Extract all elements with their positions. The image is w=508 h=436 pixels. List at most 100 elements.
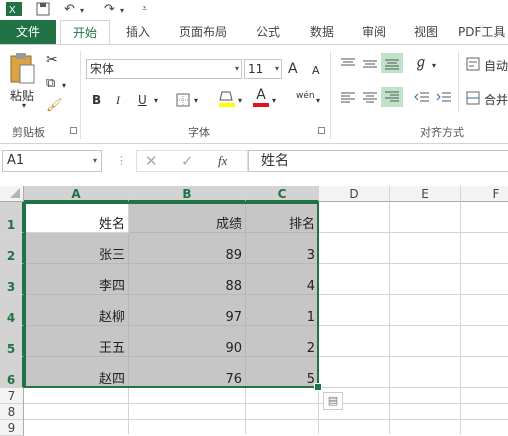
save-icon[interactable] (36, 2, 50, 20)
format-painter-icon[interactable]: 🖌 (46, 97, 63, 115)
undo-dropdown-icon[interactable]: ▾ (80, 6, 84, 15)
align-top-icon[interactable] (340, 57, 356, 74)
formula-bar-grip-icon: ⋮ (116, 154, 127, 167)
cell-a6[interactable]: 赵四 (24, 357, 129, 388)
phonetic-button[interactable]: wén (296, 87, 315, 105)
fill-handle[interactable] (314, 383, 322, 391)
merge-center-label[interactable]: 合并 (484, 91, 508, 108)
copy-icon[interactable]: ⧉ (46, 75, 55, 93)
cell-a1[interactable]: 姓名 (24, 202, 129, 233)
cell-b4[interactable]: 97 (129, 295, 246, 326)
customize-qat-icon[interactable]: ⩡ (142, 4, 147, 14)
italic-button[interactable]: I (116, 91, 120, 109)
tab-data[interactable]: 数据 (298, 20, 346, 44)
select-all-corner[interactable] (0, 186, 24, 202)
column-header-b[interactable]: B (129, 186, 246, 202)
cell-b3[interactable]: 88 (129, 264, 246, 295)
empty-grid-bottom[interactable] (24, 388, 508, 434)
row-header-4[interactable]: 4 (0, 295, 24, 326)
cell-a2[interactable]: 张三 (24, 233, 129, 264)
grow-font-button[interactable]: A (288, 60, 298, 78)
underline-button[interactable]: U (138, 91, 147, 109)
excel-logo-icon: X (6, 2, 22, 20)
redo-dropdown-icon[interactable]: ▾ (120, 6, 124, 15)
align-right-icon[interactable] (381, 87, 403, 107)
decrease-indent-icon[interactable] (414, 91, 430, 108)
cell-c2[interactable]: 3 (246, 233, 319, 264)
cut-icon[interactable]: ✂ (46, 51, 58, 69)
row-header-5[interactable]: 5 (0, 326, 24, 357)
cell-a5[interactable]: 王五 (24, 326, 129, 357)
column-header-f[interactable]: F (461, 186, 508, 202)
align-center-icon[interactable] (362, 91, 378, 108)
quick-analysis-icon[interactable]: ▤ (323, 392, 343, 410)
column-header-e[interactable]: E (390, 186, 461, 202)
tab-view[interactable]: 视图 (402, 20, 450, 44)
cell-b6[interactable]: 76 (129, 357, 246, 388)
underline-dropdown-icon[interactable]: ▾ (154, 92, 158, 110)
cell-c3[interactable]: 4 (246, 264, 319, 295)
font-size-select[interactable]: 11 ▾ (244, 59, 282, 79)
bold-button[interactable]: B (92, 91, 101, 109)
row-header-1[interactable]: 1 (0, 202, 24, 233)
borders-icon[interactable] (176, 93, 190, 110)
font-launcher-icon[interactable] (318, 127, 325, 134)
confirm-entry-icon[interactable]: ✓ (181, 152, 194, 170)
row-header-8[interactable]: 8 (0, 404, 24, 420)
font-color-swatch (253, 103, 269, 107)
cell-c6[interactable]: 5 (246, 357, 319, 388)
font-size-value: 11 (248, 62, 264, 76)
column-header-d[interactable]: D (319, 186, 390, 202)
clipboard-launcher-icon[interactable] (70, 127, 77, 134)
cancel-entry-icon[interactable]: ✕ (145, 152, 158, 170)
row-header-7[interactable]: 7 (0, 388, 24, 404)
formula-input[interactable]: 姓名 (248, 150, 508, 172)
fill-color-icon[interactable] (218, 89, 236, 112)
redo-icon[interactable]: ↷ (104, 2, 115, 17)
tab-page-layout[interactable]: 页面布局 (170, 20, 236, 44)
column-header-a[interactable]: A (24, 186, 129, 202)
tab-insert[interactable]: 插入 (114, 20, 162, 44)
tab-pdf-tools[interactable]: PDF工具 (458, 20, 508, 44)
shrink-font-button[interactable]: A (312, 62, 320, 80)
borders-dropdown-icon[interactable]: ▾ (194, 92, 198, 110)
align-bottom-icon[interactable] (381, 53, 403, 73)
row-header-2[interactable]: 2 (0, 233, 24, 264)
column-header-c[interactable]: C (246, 186, 319, 202)
undo-icon[interactable]: ↶ (64, 2, 75, 17)
cell-b1[interactable]: 成绩 (129, 202, 246, 233)
cell-b2[interactable]: 89 (129, 233, 246, 264)
orientation-dropdown-icon[interactable]: ▾ (432, 57, 436, 75)
empty-grid-right[interactable] (319, 202, 508, 388)
tab-review[interactable]: 审阅 (350, 20, 398, 44)
insert-function-button[interactable]: fx (218, 153, 227, 169)
cell-a3[interactable]: 李四 (24, 264, 129, 295)
merge-center-icon[interactable] (466, 91, 480, 108)
tab-file[interactable]: 文件 (0, 20, 56, 44)
font-name-select[interactable]: 宋体 ▾ (86, 59, 242, 79)
cell-c5[interactable]: 2 (246, 326, 319, 357)
row-header-6[interactable]: 6 (0, 357, 24, 388)
align-left-icon[interactable] (340, 91, 356, 108)
align-middle-icon[interactable] (362, 57, 378, 74)
fill-color-dropdown-icon[interactable]: ▾ (238, 92, 242, 110)
cell-b5[interactable]: 90 (129, 326, 246, 357)
group-divider (330, 51, 331, 139)
row-header-3[interactable]: 3 (0, 264, 24, 295)
tab-home[interactable]: 开始 (60, 20, 110, 44)
font-color-button[interactable]: A (252, 87, 270, 107)
cell-c1[interactable]: 排名 (246, 202, 319, 233)
paste-dropdown-icon[interactable]: ▾ (22, 101, 26, 110)
tab-formulas[interactable]: 公式 (244, 20, 292, 44)
wrap-text-icon[interactable] (466, 57, 480, 74)
cell-a4[interactable]: 赵柳 (24, 295, 129, 326)
increase-indent-icon[interactable] (436, 91, 452, 108)
wrap-text-label[interactable]: 自动 (484, 57, 508, 74)
orientation-icon[interactable]: ℊ (414, 54, 428, 72)
cell-c4[interactable]: 1 (246, 295, 319, 326)
name-box[interactable]: A1 ▾ (2, 150, 102, 172)
phonetic-dropdown-icon[interactable]: ▾ (316, 92, 320, 110)
font-color-dropdown-icon[interactable]: ▾ (272, 92, 276, 110)
paste-icon[interactable] (8, 53, 36, 88)
copy-dropdown-icon[interactable]: ▾ (62, 77, 66, 95)
